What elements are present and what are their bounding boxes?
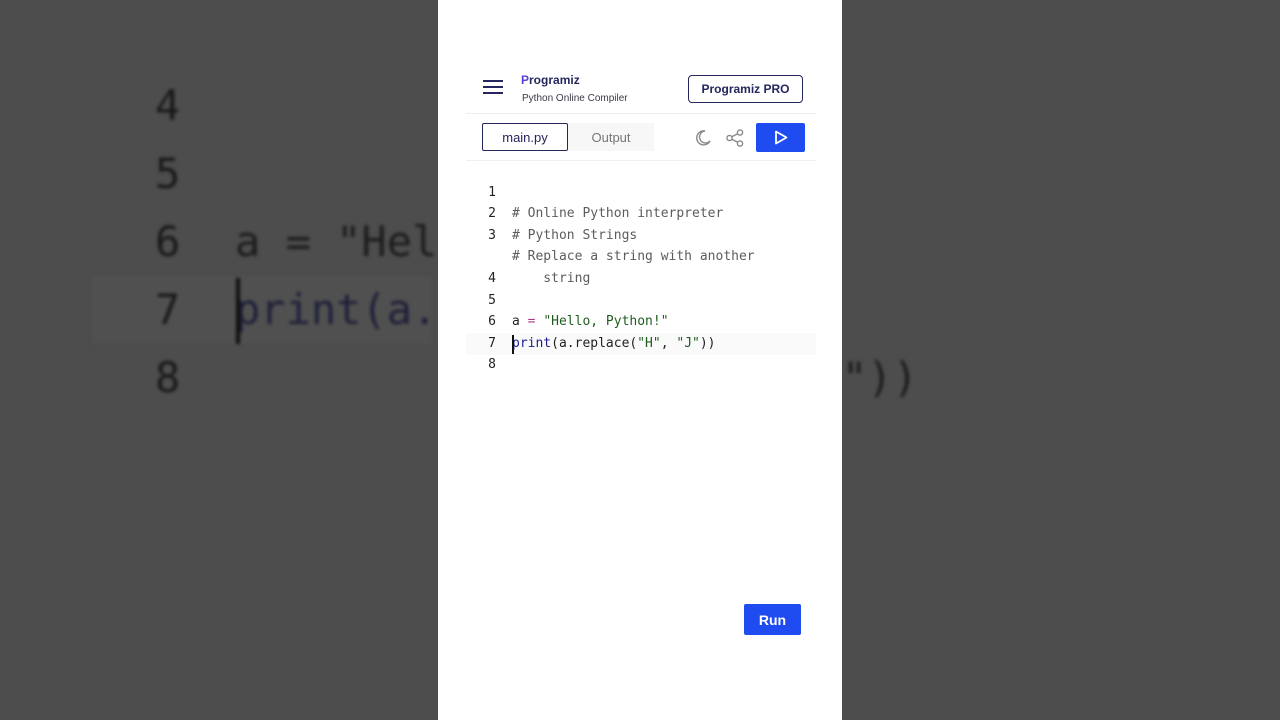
tab-main-py[interactable]: main.py <box>482 123 568 151</box>
background-line-number: 6 <box>155 217 181 266</box>
page-subtitle: Python Online Compiler <box>522 93 628 104</box>
background-line: 8 <box>0 276 180 402</box>
code-editor[interactable]: 1 # Online Python interpreter 2 # Python… <box>466 160 816 580</box>
background-line-number: 5 <box>155 149 181 198</box>
code-line: 2 # Python Strings <box>466 182 816 243</box>
background-code-text: print(a. <box>235 285 438 334</box>
phone-screen: Programiz Python Online Compiler Program… <box>438 0 842 720</box>
share-icon[interactable] <box>725 128 745 148</box>
background-line: 5 a = "Hel <box>0 72 437 266</box>
background-line-number: 8 <box>155 353 181 402</box>
code-line: 6 print(a.replace("H", "J")) <box>466 290 816 351</box>
code-line: 4 <box>466 246 816 286</box>
programiz-pro-button[interactable]: Programiz PRO <box>688 75 803 103</box>
play-icon <box>774 130 787 145</box>
logo-text: rogramiz <box>529 73 580 87</box>
background-line-number: 7 <box>155 285 181 334</box>
code-line: 8 <box>466 333 816 372</box>
run-button[interactable]: Run <box>744 604 801 635</box>
tab-output[interactable]: Output <box>568 123 654 151</box>
text-caret <box>512 335 514 354</box>
background-line-number: 4 <box>155 81 181 130</box>
background-line: 6 print(a. ")) <box>0 140 918 402</box>
code-line: 5 a = "Hello, Python!" <box>466 268 816 330</box>
code-line: 3 # Replace a string with another <box>466 203 816 265</box>
background-line: 7 <box>0 208 180 334</box>
background-code-text: a = "Hel <box>235 217 438 266</box>
code-line: 1 # Online Python interpreter <box>466 160 816 222</box>
code-line: 7 <box>466 311 816 351</box>
line-number: 8 <box>488 357 496 373</box>
moon-icon[interactable] <box>694 129 712 147</box>
hamburger-menu-icon[interactable] <box>483 78 505 96</box>
run-code-icon-button[interactable] <box>756 123 805 152</box>
code-line-wrapped: string <box>466 225 816 286</box>
app-header: Programiz Python Online Compiler Program… <box>438 60 842 112</box>
background-caret <box>236 278 240 344</box>
background-code-fragment: ")) <box>842 353 918 402</box>
editor-toolbar: main.py Output <box>466 113 816 161</box>
programiz-logo[interactable]: Programiz <box>521 73 580 87</box>
background-line: 4 <box>0 4 180 130</box>
logo-mark: P <box>521 73 530 87</box>
